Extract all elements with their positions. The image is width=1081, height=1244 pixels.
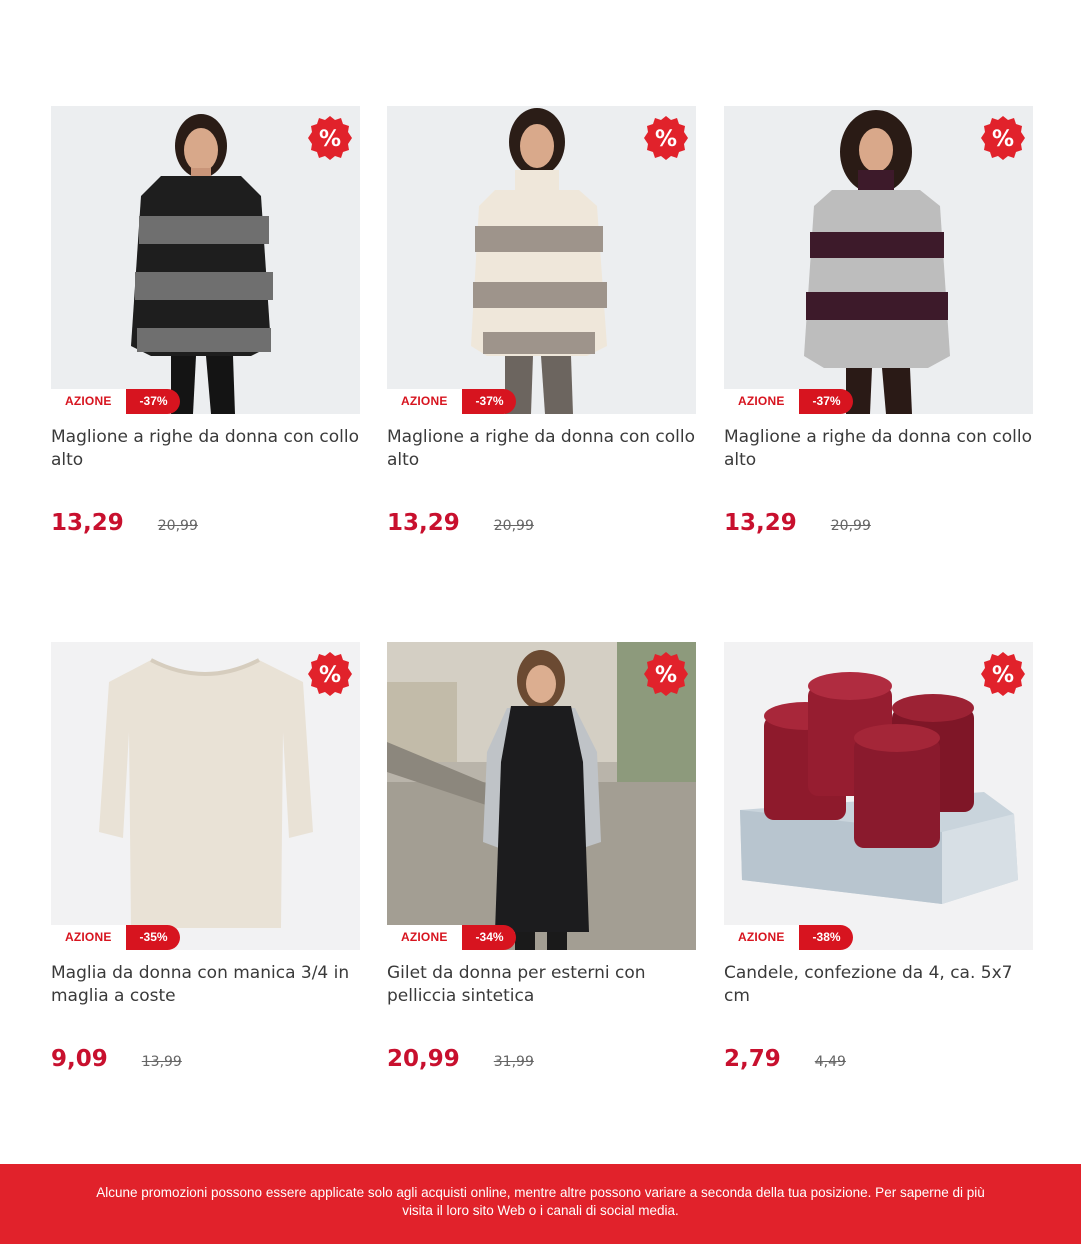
badge-label: AZIONE	[724, 389, 799, 414]
percent-icon: %	[642, 114, 690, 162]
product-title[interactable]: Gilet da donna per esterni con pelliccia…	[387, 962, 696, 1022]
current-price: 2,79	[724, 1046, 781, 1072]
badge-label: AZIONE	[51, 389, 126, 414]
percent-icon: %	[979, 114, 1027, 162]
price-row: 13,29 20,99	[51, 510, 360, 536]
price-row: 9,09 13,99	[51, 1046, 360, 1072]
disclaimer-line-1: Alcune promozioni possono essere applica…	[96, 1185, 985, 1200]
price-row: 13,29 20,99	[724, 510, 1033, 536]
product-card[interactable]: % AZIONE -37% Maglione a righe da donna …	[724, 106, 1033, 536]
old-price: 31,99	[493, 1054, 534, 1070]
product-title[interactable]: Maglione a righe da donna con collo alto	[387, 426, 696, 486]
discount-badge: AZIONE -37%	[51, 389, 180, 414]
product-card[interactable]: % AZIONE -34% Gilet da donna per esterni…	[387, 642, 696, 1072]
badge-discount: -34%	[461, 925, 516, 950]
current-price: 20,99	[387, 1046, 460, 1072]
svg-text:%: %	[992, 663, 1014, 688]
price-row: 2,79 4,49	[724, 1046, 1033, 1072]
percent-icon: %	[306, 114, 354, 162]
svg-text:%: %	[319, 663, 341, 688]
product-grid-page: % AZIONE -37% Maglione a righe da donna …	[0, 0, 1081, 1244]
discount-badge: AZIONE -35%	[51, 925, 180, 950]
current-price: 9,09	[51, 1046, 108, 1072]
badge-discount: -37%	[461, 389, 516, 414]
current-price: 13,29	[387, 510, 460, 536]
product-image[interactable]: % AZIONE -37%	[387, 106, 696, 414]
product-card[interactable]: % AZIONE -38% Candele, confezione da 4, …	[724, 642, 1033, 1072]
svg-text:%: %	[655, 663, 677, 688]
svg-text:%: %	[319, 127, 341, 152]
disclaimer-footer: Alcune promozioni possono essere applica…	[0, 1164, 1081, 1244]
discount-badge: AZIONE -34%	[387, 925, 516, 950]
product-title[interactable]: Maglia da donna con manica 3/4 in maglia…	[51, 962, 360, 1022]
product-card[interactable]: % AZIONE -37% Maglione a righe da donna …	[387, 106, 696, 536]
discount-badge: AZIONE -38%	[724, 925, 853, 950]
old-price: 20,99	[157, 518, 198, 534]
current-price: 13,29	[51, 510, 124, 536]
percent-icon: %	[979, 650, 1027, 698]
badge-discount: -38%	[798, 925, 853, 950]
badge-label: AZIONE	[387, 925, 462, 950]
discount-badge: AZIONE -37%	[387, 389, 516, 414]
badge-label: AZIONE	[51, 925, 126, 950]
badge-label: AZIONE	[724, 925, 799, 950]
old-price: 20,99	[493, 518, 534, 534]
old-price: 20,99	[830, 518, 871, 534]
percent-icon: %	[306, 650, 354, 698]
product-card[interactable]: % AZIONE -37% Maglione a righe da donna …	[51, 106, 360, 536]
product-card[interactable]: % AZIONE -35% Maglia da donna con manica…	[51, 642, 360, 1072]
badge-label: AZIONE	[387, 389, 462, 414]
product-image[interactable]: % AZIONE -34%	[387, 642, 696, 950]
discount-badge: AZIONE -37%	[724, 389, 853, 414]
old-price: 13,99	[141, 1054, 182, 1070]
old-price: 4,49	[814, 1054, 846, 1070]
product-image[interactable]: % AZIONE -35%	[51, 642, 360, 950]
svg-text:%: %	[655, 127, 677, 152]
product-title[interactable]: Maglione a righe da donna con collo alto	[724, 426, 1033, 486]
badge-discount: -35%	[125, 925, 180, 950]
price-row: 13,29 20,99	[387, 510, 696, 536]
product-title[interactable]: Candele, confezione da 4, ca. 5x7 cm	[724, 962, 1033, 1022]
badge-discount: -37%	[798, 389, 853, 414]
percent-icon: %	[642, 650, 690, 698]
current-price: 13,29	[724, 510, 797, 536]
product-image[interactable]: % AZIONE -37%	[724, 106, 1033, 414]
product-image[interactable]: % AZIONE -38%	[724, 642, 1033, 950]
badge-discount: -37%	[125, 389, 180, 414]
svg-text:%: %	[992, 127, 1014, 152]
product-title[interactable]: Maglione a righe da donna con collo alto	[51, 426, 360, 486]
price-row: 20,99 31,99	[387, 1046, 696, 1072]
product-image[interactable]: % AZIONE -37%	[51, 106, 360, 414]
disclaimer-line-2: visita il loro sito Web o i canali di so…	[402, 1203, 679, 1218]
